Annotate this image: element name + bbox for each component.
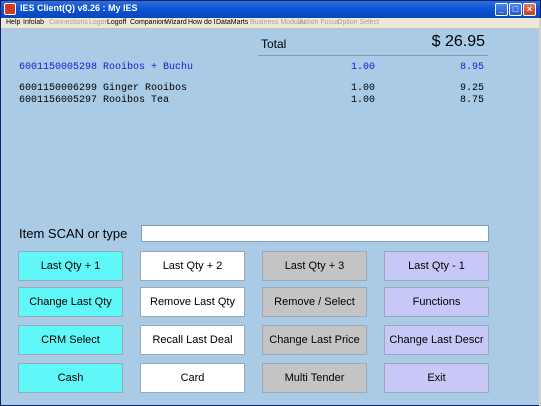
window-title: IES Client(Q) v8.26 : My IES [20,3,138,13]
menu-action-focus[interactable]: Action Focus [299,19,339,26]
line-item-qty: 1.00 [350,62,375,73]
card-button[interactable]: Card [140,363,245,393]
sale-line[interactable]: 6001156005297 Rooibos Tea 1.00 8.75 [19,95,489,107]
exit-button[interactable]: Exit [384,363,489,393]
menu-datamarts[interactable]: DataMarts [216,19,248,26]
line-item-qty: 1.00 [350,95,375,106]
menu-help[interactable]: Help [6,19,20,26]
last-qty-plus-3-button[interactable]: Last Qty + 3 [262,251,367,281]
last-qty-plus-2-button[interactable]: Last Qty + 2 [140,251,245,281]
change-last-qty-button[interactable]: Change Last Qty [18,287,123,317]
app-window: IES Client(Q) v8.26 : My IES _ □ × Help … [0,0,541,406]
last-qty-plus-1-button[interactable]: Last Qty + 1 [18,251,123,281]
menu-infolab[interactable]: Infolab [23,19,44,26]
total-divider [258,55,488,56]
line-item-qty: 1.00 [350,83,375,94]
close-button[interactable]: × [523,3,536,16]
scan-input[interactable] [141,225,489,242]
app-icon [4,3,16,15]
change-last-descr-button[interactable]: Change Last Descr [384,325,489,355]
cash-button[interactable]: Cash [18,363,123,393]
last-qty-minus-1-button[interactable]: Last Qty - 1 [384,251,489,281]
title-bar[interactable]: IES Client(Q) v8.26 : My IES _ □ × [1,1,540,18]
menu-option-select[interactable]: Option Select [337,19,379,26]
remove-last-qty-button[interactable]: Remove Last Qty [140,287,245,317]
sale-line[interactable]: 6001150006299 Ginger Rooibos 1.00 9.25 [19,83,489,95]
recall-last-deal-button[interactable]: Recall Last Deal [140,325,245,355]
menu-wizard[interactable]: Wizard [165,19,187,26]
functions-button[interactable]: Functions [384,287,489,317]
line-item-price: 8.95 [459,62,484,73]
crm-select-button[interactable]: CRM Select [18,325,123,355]
total-label: Total [261,37,287,51]
total-value: $ 26.95 [431,33,485,50]
menu-how-do-i[interactable]: How do I [188,19,216,26]
menu-logon[interactable]: Logon [89,19,108,26]
minimize-button[interactable]: _ [495,3,508,16]
line-item-code: 6001150005298 Rooibos + Buchu [19,62,194,73]
menu-connections[interactable]: Connections [49,19,88,26]
scan-label: Item SCAN or type [19,226,128,241]
menu-logoff[interactable]: Logoff [107,19,126,26]
multi-tender-button[interactable]: Multi Tender [262,363,367,393]
line-item-price: 9.25 [459,83,484,94]
sale-line[interactable]: 6001150005298 Rooibos + Buchu 1.00 8.95 [19,62,489,74]
line-item-code: 6001150006299 Ginger Rooibos [19,83,188,94]
maximize-button[interactable]: □ [509,3,522,16]
change-last-price-button[interactable]: Change Last Price [262,325,367,355]
line-item-code: 6001156005297 Rooibos Tea [19,95,170,106]
menu-bar: Help Infolab Connections Logon Logoff Co… [1,18,540,29]
remove-select-button[interactable]: Remove / Select [262,287,367,317]
menu-companion[interactable]: Companion [130,19,166,26]
line-item-price: 8.75 [459,95,484,106]
